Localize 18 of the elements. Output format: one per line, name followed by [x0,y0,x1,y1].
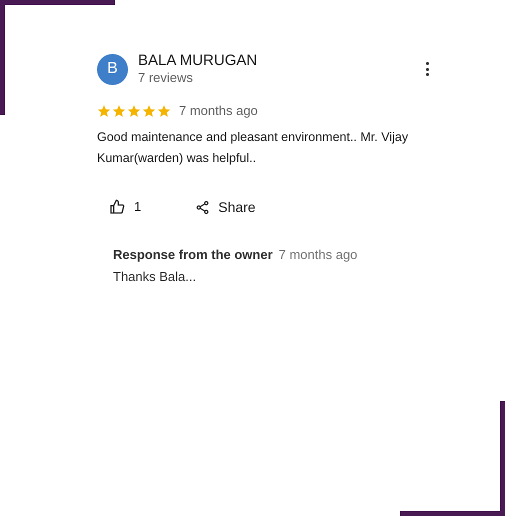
reviewer-name: BALA MURUGAN [138,52,258,70]
star-icon [157,104,171,118]
like-button[interactable]: 1 [109,197,142,217]
review-text: Good maintenance and pleasant environment.. Mr. Vijay Kumar(warden) was helpful.. [97,128,410,167]
star-icon [112,104,126,118]
star-icon [97,104,111,118]
thumbs-up-icon [109,199,125,215]
review-count: 7 reviews [138,70,194,86]
more-options-icon[interactable] [424,62,430,76]
share-icon [195,200,210,214]
share-button[interactable]: Share [195,196,256,218]
review-time: 7 months ago [179,102,258,120]
star-icon [127,104,141,118]
star-icon [142,104,156,118]
response-time: 7 months ago [278,246,358,264]
response-label: Response from the owner [113,246,273,264]
avatar: B [97,54,128,84]
response-text: Thanks Bala... [112,268,198,286]
